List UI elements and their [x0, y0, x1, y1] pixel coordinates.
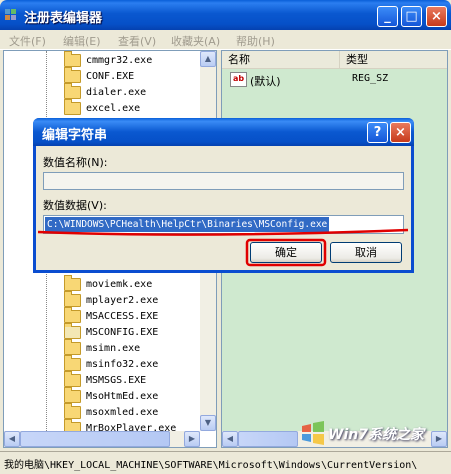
value-name-label: 数值名称(N): — [43, 156, 108, 169]
dialog-help-button[interactable]: ? — [367, 122, 388, 143]
scroll-left-button[interactable]: ◀ — [222, 431, 238, 447]
scroll-thumb[interactable] — [238, 431, 298, 447]
tree-item[interactable]: MsoHtmEd.exe — [64, 387, 158, 406]
folder-icon — [64, 275, 81, 291]
scroll-right-button[interactable]: ▶ — [184, 431, 200, 447]
tree-item[interactable]: dialer.exe — [64, 83, 146, 102]
close-button[interactable]: × — [426, 6, 447, 27]
menu-view[interactable]: 查看(V) — [118, 33, 156, 49]
value-type: REG_SZ — [352, 73, 389, 84]
tree-item[interactable]: msoxmled.exe — [64, 403, 158, 422]
scroll-thumb[interactable] — [20, 431, 170, 447]
watermark-text: Win7系统之家 — [328, 427, 424, 443]
scroll-left-button[interactable]: ◀ — [4, 431, 20, 447]
open-folder-icon — [64, 323, 81, 339]
status-path: 我的电脑\HKEY_LOCAL_MACHINE\SOFTWARE\Microso… — [4, 460, 418, 471]
tree-item[interactable]: msimn.exe — [64, 339, 140, 358]
tree-item[interactable]: MSMSGS.EXE — [64, 371, 146, 390]
ok-button[interactable]: 确定 — [250, 242, 322, 263]
registry-editor-icon — [5, 9, 16, 20]
tree-item[interactable]: mplayer2.exe — [64, 291, 158, 310]
status-bar: 我的电脑\HKEY_LOCAL_MACHINE\SOFTWARE\Microso… — [0, 451, 451, 474]
list-row[interactable]: ab (默认) REG_SZ — [230, 72, 440, 88]
minimize-button[interactable]: _ — [377, 6, 398, 27]
folder-icon — [64, 291, 81, 307]
column-header-type[interactable]: 类型 — [340, 51, 447, 69]
menu-bar: 文件(F) 编辑(E) 查看(V) 收藏夹(A) 帮助(H) — [0, 30, 451, 50]
value-data-text: C:\WINDOWS\PCHealth\HelpCtr\Binaries\MSC… — [45, 217, 330, 232]
folder-icon — [64, 99, 81, 115]
ab-string-icon: ab — [230, 72, 247, 87]
value-name: (默认) — [250, 75, 281, 88]
tree-item[interactable]: msinfo32.exe — [64, 355, 158, 374]
folder-icon — [64, 339, 81, 355]
folder-icon — [64, 371, 81, 387]
tree-item[interactable]: moviemk.exe — [64, 275, 152, 294]
folder-icon — [64, 307, 81, 323]
folder-icon — [64, 83, 81, 99]
tree-item[interactable]: cmmgr32.exe — [64, 51, 152, 70]
menu-file[interactable]: 文件(F) — [9, 33, 46, 49]
menu-edit[interactable]: 编辑(E) — [63, 33, 101, 49]
value-name-field[interactable] — [43, 172, 404, 190]
column-header-name[interactable]: 名称 — [222, 51, 340, 69]
windows-logo-icon — [302, 421, 324, 445]
folder-icon — [64, 387, 81, 403]
tree-item[interactable]: MSACCESS.EXE — [64, 307, 158, 326]
tree-horizontal-scrollbar[interactable]: ◀ ▶ — [4, 431, 200, 447]
menu-favorites[interactable]: 收藏夹(A) — [171, 33, 220, 49]
cancel-button[interactable]: 取消 — [330, 242, 402, 263]
folder-icon — [64, 403, 81, 419]
value-data-input[interactable]: C:\WINDOWS\PCHealth\HelpCtr\Binaries\MSC… — [43, 215, 404, 234]
watermark-logo: Win7系统之家 — [300, 420, 448, 446]
folder-icon — [64, 355, 81, 371]
tree-item[interactable]: excel.exe — [64, 99, 140, 118]
folder-icon — [64, 67, 81, 83]
value-data-label: 数值数据(V): — [43, 199, 107, 212]
folder-icon — [64, 51, 81, 67]
menu-help[interactable]: 帮助(H) — [236, 33, 275, 49]
tree-item[interactable]: CONF.EXE — [64, 67, 134, 86]
scroll-up-button[interactable]: ▲ — [200, 51, 216, 67]
maximize-button[interactable]: □ — [401, 6, 422, 27]
window-title: 注册表编辑器 — [24, 11, 103, 26]
dialog-title: 编辑字符串 — [42, 128, 108, 143]
scroll-down-button[interactable]: ▼ — [200, 415, 216, 431]
dialog-close-button[interactable]: × — [390, 122, 411, 143]
tree-item-selected[interactable]: MSCONFIG.EXE — [64, 323, 158, 342]
